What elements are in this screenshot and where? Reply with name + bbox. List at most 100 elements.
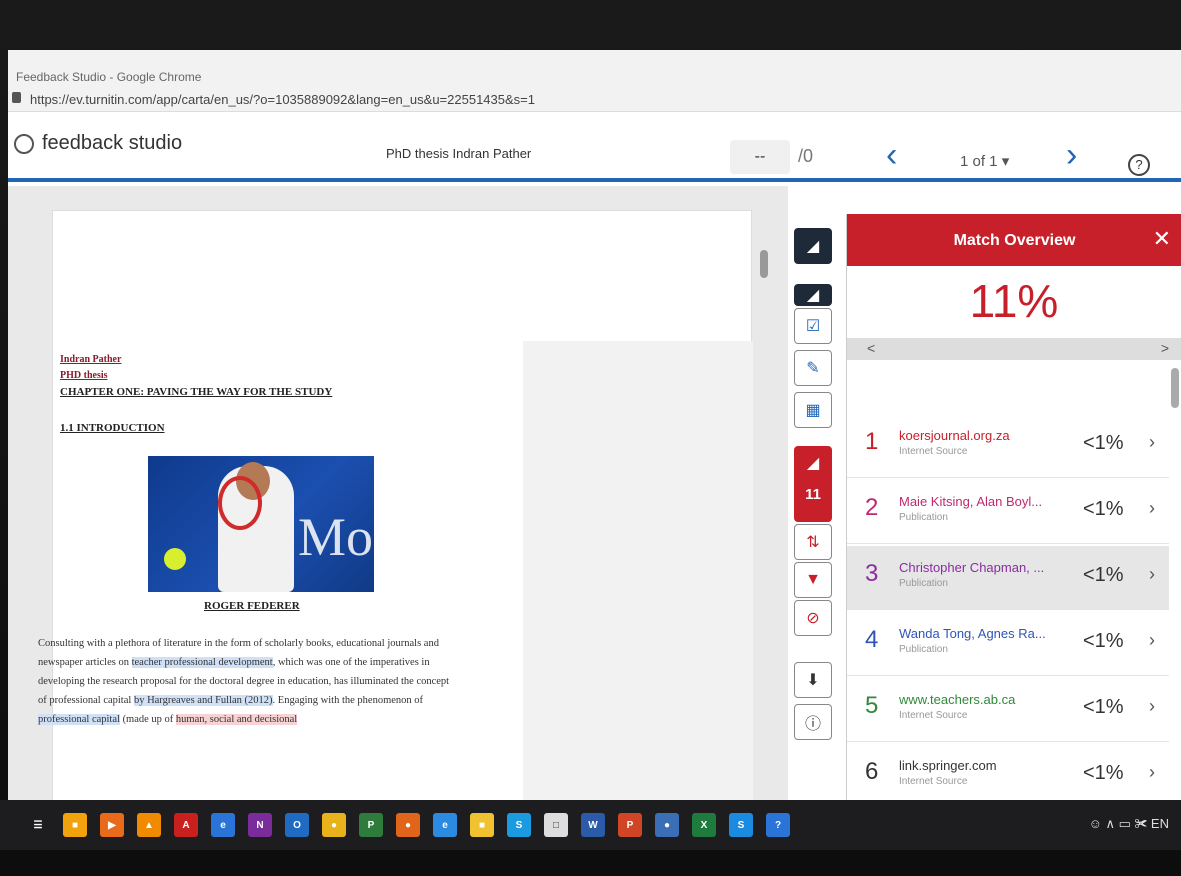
pager-next-button[interactable]: > [1161, 340, 1169, 356]
match-highlight[interactable]: by Hargreaves and Fullan (2012) [133, 695, 273, 706]
chevron-right-icon[interactable]: › [1149, 564, 1155, 585]
skype-icon-2[interactable]: S [729, 813, 753, 837]
layers-icon[interactable]: ◢ [794, 284, 832, 306]
globe-icon[interactable]: ● [655, 813, 679, 837]
chevron-right-icon[interactable]: › [1149, 630, 1155, 651]
chevron-right-icon[interactable]: › [1149, 762, 1155, 783]
photo-frame: Feedback Studio - Google Chrome https://… [0, 0, 1181, 876]
source-number: 1 [865, 428, 879, 455]
paragraph-text: . Engaging with the phenomenon of [272, 695, 424, 706]
media-icon[interactable]: ▶ [100, 813, 124, 837]
vlc-icon[interactable]: ▲ [137, 813, 161, 837]
source-row[interactable]: 2 Maie Kitsing, Alan Boyl... Publication <1… [847, 480, 1169, 544]
panel-scrollbar[interactable] [1171, 368, 1179, 408]
explorer-icon[interactable]: ■ [470, 813, 494, 837]
source-row[interactable]: 1 koersjournal.org.za Internet Source <1% › [847, 414, 1169, 478]
document-scrollbar[interactable] [760, 250, 768, 278]
source-percent: <1% [1083, 762, 1124, 784]
grade-input[interactable]: -- [730, 140, 790, 174]
source-name: Christopher Chapman, ... [899, 560, 1045, 575]
source-type: Publication [899, 578, 948, 589]
help-icon[interactable]: ? [1128, 154, 1150, 176]
download-icon[interactable]: ⬇ [794, 662, 832, 698]
photo-wordmark: Mon [298, 507, 374, 567]
prev-submission-button[interactable]: ‹ [886, 138, 897, 172]
url-text[interactable]: https://ev.turnitin.com/app/carta/en_us/… [30, 92, 535, 107]
outlook-icon[interactable]: O [285, 813, 309, 837]
source-name: koersjournal.org.za [899, 428, 1010, 443]
close-icon[interactable]: ✕ [1153, 226, 1171, 252]
match-highlight[interactable]: professional capital [38, 714, 120, 725]
page-blank-area [523, 341, 753, 821]
submission-selector[interactable]: 1 of 1 ▾ [960, 152, 1009, 170]
similarity-layer-button[interactable]: ◢ [794, 446, 832, 522]
sort-icon[interactable]: ⇅ [794, 524, 832, 560]
store-icon[interactable]: ■ [63, 813, 87, 837]
similarity-count: 11 [805, 486, 821, 503]
pager-prev-button[interactable]: < [867, 340, 875, 356]
overall-similarity: 11% [969, 275, 1059, 327]
source-percent: <1% [1083, 564, 1124, 586]
address-bar[interactable]: https://ev.turnitin.com/app/carta/en_us/… [8, 86, 1181, 112]
source-name: Wanda Tong, Agnes Ra... [899, 626, 1046, 641]
help-icon[interactable]: ? [766, 813, 790, 837]
layers-icon: ◢ [806, 455, 820, 472]
photo-caption: ROGER FEDERER [204, 600, 300, 612]
word-icon[interactable]: W [581, 813, 605, 837]
app-header: feedback studio PhD thesis Indran Pather… [8, 112, 1181, 182]
source-type: Internet Source [899, 446, 968, 457]
source-number: 2 [865, 494, 879, 521]
tennis-player-photo: Mon [148, 456, 374, 592]
racquet-shape [218, 476, 262, 530]
tennis-ball [164, 548, 186, 570]
exclude-icon[interactable]: ⊘ [794, 600, 832, 636]
document-subtitle: PHD thesis [60, 370, 108, 381]
grid-icon[interactable]: ▦ [794, 392, 832, 428]
chevron-right-icon[interactable]: › [1149, 498, 1155, 519]
info-icon[interactable]: ⓘ [794, 704, 832, 740]
source-row[interactable]: 5 www.teachers.ab.ca Internet Source <1% › [847, 678, 1169, 742]
ie-icon[interactable]: e [433, 813, 457, 837]
powerpoint-icon[interactable]: P [618, 813, 642, 837]
task-view-icon[interactable]: ☰ [26, 813, 50, 837]
document-title: PhD thesis Indran Pather [386, 146, 532, 161]
source-percent: <1% [1083, 696, 1124, 718]
system-tray[interactable]: ☺ ∧ ▭ ✀ EN [1089, 816, 1169, 832]
source-row[interactable]: 3 Christopher Chapman, ... Publication <1% › [847, 546, 1169, 610]
app-logo[interactable]: feedback studio [14, 132, 182, 155]
layers-icon[interactable]: ◢ [794, 228, 832, 264]
document-viewer[interactable]: Indran Pather PHD thesis CHAPTER ONE: PA… [8, 186, 788, 821]
edit-icon[interactable]: ✎ [794, 350, 832, 386]
edge-icon[interactable]: e [211, 813, 235, 837]
source-number: 5 [865, 692, 879, 719]
notepad-icon[interactable]: □ [544, 813, 568, 837]
source-name: www.teachers.ab.ca [899, 692, 1016, 707]
chrome-icon[interactable]: ● [322, 813, 346, 837]
lock-icon [12, 92, 21, 103]
source-row[interactable]: 4 Wanda Tong, Agnes Ra... Publication <1% › [847, 612, 1169, 676]
match-overview-panel: Match Overview ✕ 11% < > 1 koersjournal.o… [846, 214, 1181, 840]
onenote-icon[interactable]: N [248, 813, 272, 837]
source-type: Internet Source [899, 710, 968, 721]
checkbox-icon[interactable]: ☑ [794, 308, 832, 344]
body-paragraph: Consulting with a plethora of literature… [38, 634, 458, 729]
section-heading: 1.1 INTRODUCTION [60, 422, 165, 434]
next-submission-button[interactable]: › [1066, 138, 1077, 172]
source-row[interactable]: 6 link.springer.com Internet Source <1% › [847, 744, 1169, 808]
firefox-icon[interactable]: ● [396, 813, 420, 837]
chevron-right-icon[interactable]: › [1149, 432, 1155, 453]
source-number: 4 [865, 626, 879, 653]
paragraph-text: (made up of [119, 714, 176, 725]
filter-icon[interactable]: ▼ [794, 562, 832, 598]
grade-total: /0 [798, 146, 814, 166]
excel-icon[interactable]: X [692, 813, 716, 837]
skype-icon[interactable]: S [507, 813, 531, 837]
match-highlight[interactable]: teacher professional development [131, 657, 273, 668]
project-icon[interactable]: P [359, 813, 383, 837]
source-type: Internet Source [899, 776, 968, 787]
acrobat-icon[interactable]: A [174, 813, 198, 837]
chevron-right-icon[interactable]: › [1149, 696, 1155, 717]
window-titlebar: Feedback Studio - Google Chrome [8, 50, 1181, 86]
match-highlight[interactable]: human, social and decisional [175, 714, 298, 725]
app-name: feedback studio [42, 132, 183, 154]
